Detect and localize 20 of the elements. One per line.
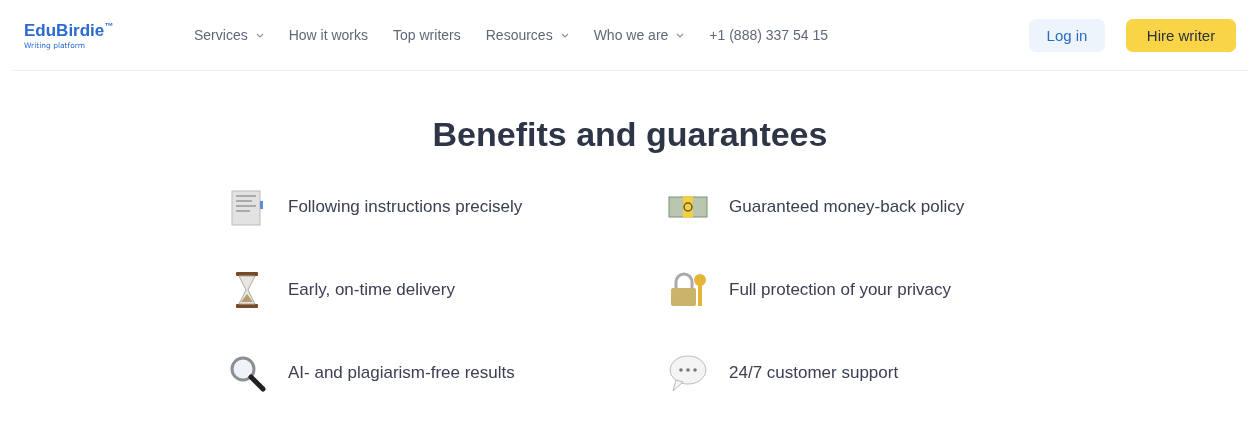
benefit-text: Full protection of your privacy — [729, 280, 952, 300]
chevron-down-icon — [255, 32, 264, 38]
benefit-text: 24/7 customer support — [729, 363, 899, 383]
section-title: Benefits and guarantees — [432, 115, 828, 154]
nav-link[interactable]: How it works — [288, 27, 369, 43]
benefit-text: Early, on-time delivery — [288, 280, 455, 300]
chevron-down-icon — [676, 32, 685, 38]
benefit-text: Following instructions precisely — [288, 197, 523, 217]
chevron-down-icon — [560, 32, 569, 38]
benefit-text: Guaranteed money-back policy — [729, 197, 965, 217]
logo[interactable]: EduBirdie$^{™}$ — [24, 20, 194, 41]
nav-link[interactable]: Resources — [485, 27, 569, 43]
hire-writer-button[interactable]: Hire writer — [1126, 18, 1236, 52]
nav-link[interactable]: Services — [194, 27, 264, 43]
nav-link[interactable]: Top writers — [393, 27, 461, 43]
nav-link[interactable]: +1 (888) 337 54 15 — [709, 27, 829, 43]
benefit-text: AI- and plagiarism-free results — [288, 363, 515, 383]
speech-bubble-icon — [668, 353, 708, 393]
login-button[interactable]: Log in — [1029, 18, 1105, 52]
nav-link[interactable]: Who we are — [593, 27, 685, 43]
